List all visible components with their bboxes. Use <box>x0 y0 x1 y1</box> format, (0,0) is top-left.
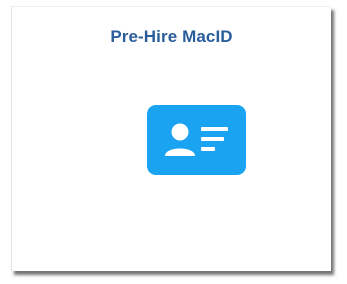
id-card-icon <box>147 105 246 175</box>
pre-hire-macid-tile[interactable]: Pre-Hire MacID <box>11 6 331 271</box>
tile-title: Pre-Hire MacID <box>110 27 233 46</box>
